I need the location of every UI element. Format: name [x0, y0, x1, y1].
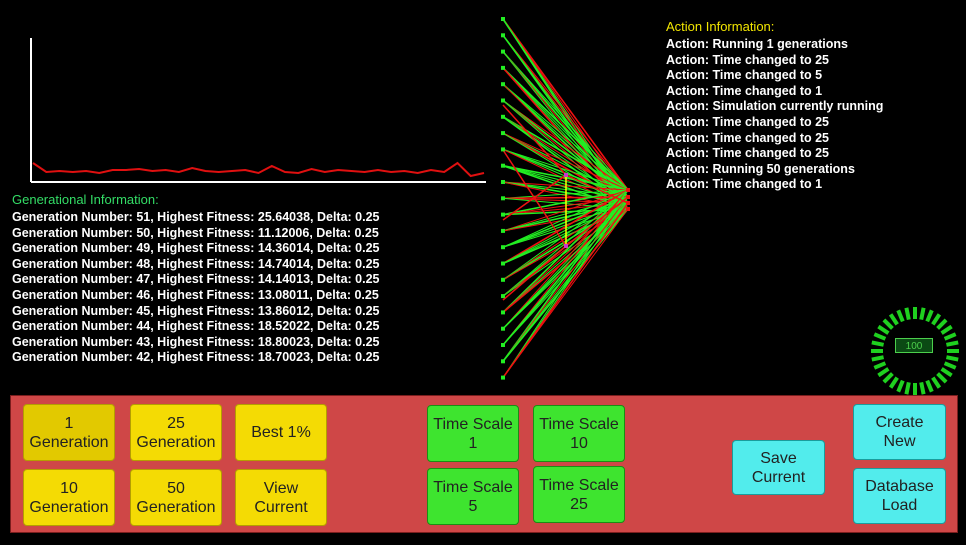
generation-row: Generation Number: 44, Highest Fitness: … [12, 319, 380, 334]
action-row: Action: Time changed to 5 [666, 68, 823, 83]
input-node [501, 261, 505, 266]
gauge-tick [877, 324, 890, 335]
network-connection [502, 34, 629, 191]
gauge-tick [931, 313, 942, 326]
input-node [501, 33, 505, 38]
input-node [501, 277, 505, 282]
time-scale-5-button[interactable]: Time Scale 5 [427, 468, 519, 525]
control-panel: 1 Generation 25 Generation Best 1% 10 Ge… [10, 395, 958, 533]
gauge-tick [873, 332, 887, 341]
action-row: Action: Time changed to 25 [666, 130, 829, 145]
input-node [501, 17, 505, 21]
input-node [501, 310, 505, 315]
gauge-tick [940, 367, 953, 378]
gauge-tick [943, 332, 957, 341]
network-connection [502, 18, 629, 191]
gauge-tick [873, 361, 887, 370]
generation-row: Generation Number: 45, Highest Fitness: … [12, 303, 380, 318]
action-row: Action: Simulation currently running [666, 99, 884, 114]
gauge-tick [940, 324, 953, 335]
action-row: Action: Time changed to 25 [666, 52, 829, 67]
time-scale-1-button[interactable]: Time Scale 1 [427, 405, 519, 462]
input-node [501, 49, 505, 54]
input-node [501, 65, 505, 70]
input-node [501, 131, 505, 136]
input-node [501, 196, 505, 201]
gauge-tick [896, 309, 905, 323]
gauge-tick [904, 382, 911, 395]
input-node [501, 294, 505, 299]
gauge-tick [904, 307, 911, 320]
input-node [501, 114, 505, 119]
create-new-button[interactable]: Create New [853, 404, 946, 460]
gauge-tick [946, 355, 959, 362]
generation-row: Generation Number: 46, Highest Fitness: … [12, 287, 379, 302]
input-node [501, 375, 505, 380]
gauge-tick [936, 318, 948, 330]
action-row: Action: Running 1 generations [666, 37, 848, 51]
gauge-tick [871, 355, 884, 362]
gauge-tick [925, 379, 934, 393]
gauge-tick [946, 340, 959, 347]
time-scale-10-button[interactable]: Time Scale 10 [533, 405, 625, 462]
input-node [501, 359, 505, 364]
view-current-button[interactable]: View Current [235, 469, 327, 526]
gauge-tick [888, 376, 899, 389]
generation-row: Generation Number: 50, Highest Fitness: … [12, 225, 379, 240]
action-row: Action: Time changed to 25 [666, 114, 829, 129]
gauge-tick [896, 379, 905, 393]
generation-row: Generation Number: 42, Highest Fitness: … [12, 350, 380, 365]
generation-row: Generation Number: 48, Highest Fitness: … [12, 256, 380, 271]
gauge-tick [931, 376, 942, 389]
input-node [501, 98, 505, 103]
gauge-tick [882, 372, 894, 384]
gauge-tick [877, 367, 890, 378]
run-50-generation-button[interactable]: 50 Generation [130, 469, 222, 526]
gauge-tick [943, 361, 957, 370]
action-row: Action: Time changed to 25 [666, 146, 829, 161]
gauge-tick [882, 318, 894, 330]
time-scale-25-button[interactable]: Time Scale 25 [533, 466, 625, 523]
output-node [626, 201, 630, 205]
gauge-tick [888, 313, 899, 326]
run-1-generation-button[interactable]: 1 Generation [23, 404, 115, 461]
run-10-generation-button[interactable]: 10 Generation [23, 469, 115, 526]
output-node [626, 195, 630, 199]
generation-row: Generation Number: 47, Highest Fitness: … [12, 272, 380, 287]
generation-row: Generation Number: 43, Highest Fitness: … [12, 334, 380, 349]
generational-info-list: Generation Number: 51, Highest Fitness: … [12, 210, 380, 366]
output-node [626, 207, 630, 211]
input-node [501, 245, 505, 250]
action-info-title: Action Information: [666, 19, 775, 34]
hidden-node [564, 244, 568, 248]
input-node [501, 326, 505, 331]
generational-info-title: Generational Information: [12, 192, 159, 207]
gauge-tick [871, 340, 884, 347]
hidden-node [564, 173, 568, 177]
input-node [501, 228, 505, 233]
input-node [501, 82, 505, 87]
gauge-tick [936, 372, 948, 384]
gauge-tick [919, 307, 926, 320]
action-row: Action: Time changed to 1 [666, 177, 823, 192]
best-1-percent-button[interactable]: Best 1% [235, 404, 327, 461]
run-25-generation-button[interactable]: 25 Generation [130, 404, 222, 461]
action-row: Action: Time changed to 1 [666, 83, 823, 98]
input-node [501, 212, 505, 217]
save-current-button[interactable]: Save Current [732, 440, 825, 495]
input-node [501, 147, 505, 152]
generation-row: Generation Number: 49, Highest Fitness: … [12, 241, 380, 256]
input-node [501, 343, 505, 347]
gauge-tick [925, 309, 934, 323]
database-load-button[interactable]: Database Load [853, 468, 946, 524]
input-node [501, 163, 505, 168]
generation-row: Generation Number: 51, Highest Fitness: … [12, 210, 380, 224]
action-row: Action: Running 50 generations [666, 161, 855, 176]
output-node [626, 188, 630, 192]
gauge-value: 100 [895, 338, 933, 353]
input-node [501, 180, 505, 184]
gauge-tick [919, 382, 926, 395]
action-info-list: Action: Running 1 generations Action: Ti… [666, 37, 883, 193]
